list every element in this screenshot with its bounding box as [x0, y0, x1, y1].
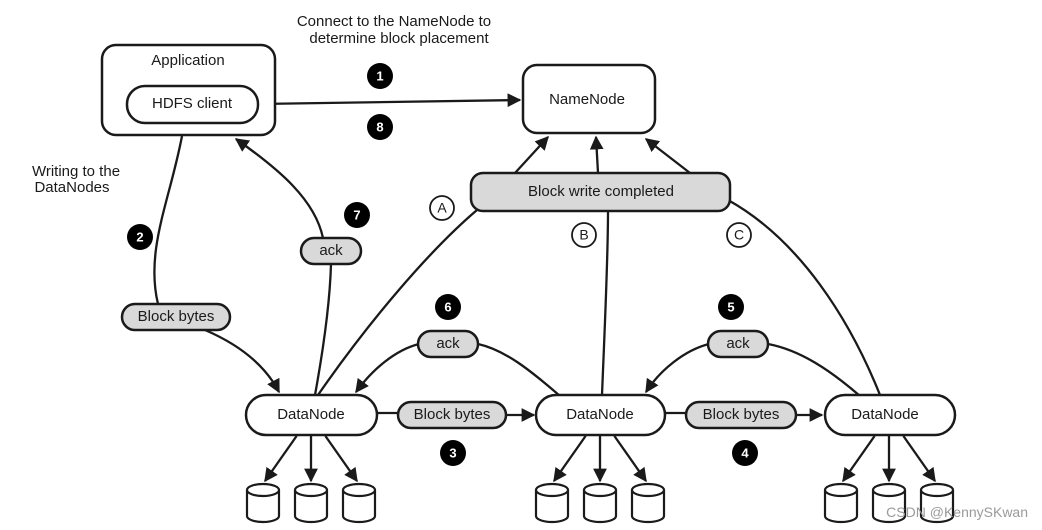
step-7-label: 7 — [353, 207, 360, 222]
edge-client-namenode — [257, 93, 522, 108]
edge-datanode-disk — [264, 435, 298, 483]
edge-dn2-bwc — [600, 210, 610, 396]
disk-icon — [245, 482, 281, 524]
edge-blockbytes-dn1 — [204, 328, 281, 394]
step-4-label: 4 — [741, 445, 749, 460]
disks — [245, 482, 955, 524]
step-6-label: 6 — [444, 299, 451, 314]
edge-datanode-disk — [324, 435, 358, 483]
marker-c-label: C — [734, 227, 744, 243]
datanode-3-label: DataNode — [851, 406, 919, 423]
edge-bwc-namenode-b — [589, 135, 604, 174]
edge-datanode-disk — [842, 435, 876, 483]
disk-icon — [341, 482, 377, 524]
hdfs-write-diagram: Connect to the NameNode to determine blo… — [32, 13, 1028, 524]
block-bytes-client-label: Block bytes — [138, 308, 215, 325]
step-1-label: 1 — [376, 68, 383, 83]
edge-datanode-disk — [613, 435, 647, 483]
caption-writing-line2: DataNodes — [34, 179, 109, 196]
edge-datanode-disk — [553, 435, 587, 483]
caption-connect-line1: Connect to the NameNode to — [297, 13, 491, 30]
ack-dn2-dn1-label: ack — [436, 335, 460, 352]
block-bytes-dn2-dn3-label: Block bytes — [703, 406, 780, 423]
disk-icon — [823, 482, 859, 524]
datanode-2-label: DataNode — [566, 406, 634, 423]
edge-app-blockbytes — [153, 135, 184, 305]
caption-connect-line2: determine block placement — [309, 30, 489, 47]
namenode-label: NameNode — [549, 91, 625, 108]
watermark: CSDN @KennySKwan — [886, 504, 1028, 520]
step-5-label: 5 — [727, 299, 734, 314]
caption-writing-line1: Writing to the — [32, 163, 120, 180]
block-write-completed-label: Block write completed — [528, 183, 674, 200]
edge-dn2-ack — [477, 342, 561, 397]
edge-bwc-namenode-c — [644, 138, 691, 174]
disk-icon — [293, 482, 329, 524]
disk-icon — [630, 482, 666, 524]
disk-icon — [534, 482, 570, 524]
hdfs-client-label: HDFS client — [152, 95, 233, 112]
marker-b-label: B — [579, 227, 588, 243]
edge-ack-dn1 — [355, 342, 420, 394]
edge-dn3-bwc — [727, 198, 882, 396]
edge-ack-app — [234, 138, 325, 239]
edge-bwc-namenode-a — [514, 135, 549, 174]
ack-client-label: ack — [319, 242, 343, 259]
block-bytes-dn1-dn2-label: Block bytes — [414, 406, 491, 423]
step-2-label: 2 — [136, 229, 143, 244]
edge-datanode-disk — [902, 435, 936, 483]
step-8-label: 8 — [376, 119, 383, 134]
edge-dn3-ack — [767, 342, 861, 397]
datanode-1-label: DataNode — [277, 406, 345, 423]
disk-icon — [582, 482, 618, 524]
marker-a-label: A — [437, 200, 447, 216]
ack-dn3-dn2-label: ack — [726, 335, 750, 352]
edge-ack-dn2 — [645, 342, 710, 394]
edge-dn1-ack — [313, 263, 333, 396]
application-label: Application — [151, 52, 224, 69]
step-3-label: 3 — [449, 445, 456, 460]
